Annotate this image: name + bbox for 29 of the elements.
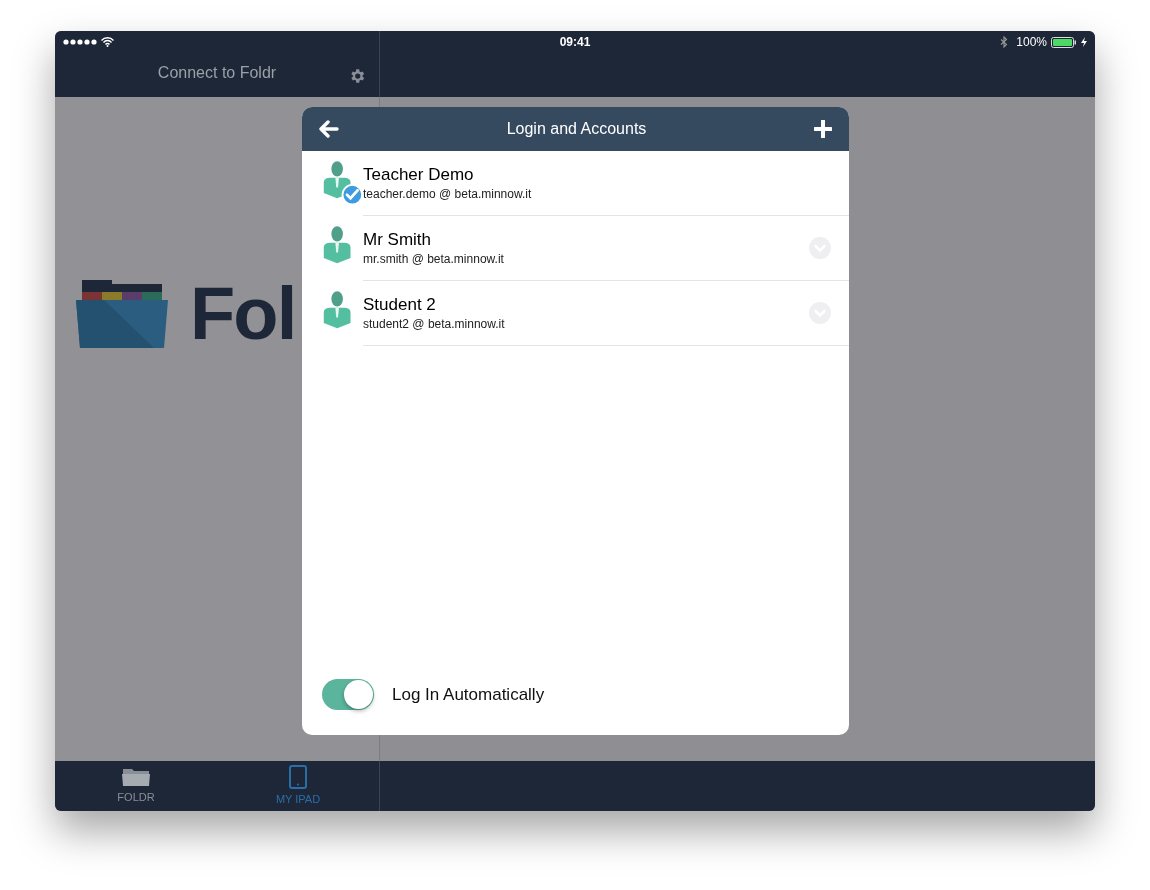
battery-percent: 100%: [1016, 34, 1047, 51]
toggle-label: Log In Automatically: [392, 683, 545, 706]
back-arrow-icon[interactable]: [319, 120, 339, 138]
user-avatar-icon: [323, 225, 351, 263]
account-row[interactable]: Mr Smith mr.smith @ beta.minnow.it: [302, 216, 849, 281]
toggle-switch[interactable]: [322, 679, 374, 710]
account-row[interactable]: Teacher Demo teacher.demo @ beta.minnow.it: [302, 151, 849, 216]
account-name: Student 2: [363, 293, 437, 315]
folder-icon: [122, 766, 150, 787]
bluetooth-icon: [1000, 36, 1009, 48]
account-address: student2 @ beta.minnow.it: [363, 315, 506, 333]
sidebar-title: Connect to Foldr: [157, 63, 277, 83]
user-avatar-icon: [323, 290, 351, 328]
tablet-icon: [289, 764, 307, 789]
tab-bar-item[interactable]: FOLDR: [55, 761, 217, 811]
battery-icon: [1051, 36, 1077, 48]
account-name: Mr Smith: [363, 228, 432, 250]
status-time: 09:41: [559, 34, 591, 51]
logo-wordmark: Fol: [190, 280, 296, 348]
account-row[interactable]: Student 2 student2 @ beta.minnow.it: [302, 281, 849, 346]
account-name: Teacher Demo: [363, 163, 475, 185]
wifi-icon: [101, 37, 114, 47]
charging-icon: [1081, 37, 1087, 47]
signal-icon: [63, 39, 97, 45]
dialog-title: Login and Accounts: [505, 119, 648, 139]
folder-logo-icon: [76, 280, 168, 348]
account-address: teacher.demo @ beta.minnow.it: [363, 185, 533, 203]
account-address: mr.smith @ beta.minnow.it: [363, 250, 505, 268]
add-icon[interactable]: [814, 120, 832, 138]
